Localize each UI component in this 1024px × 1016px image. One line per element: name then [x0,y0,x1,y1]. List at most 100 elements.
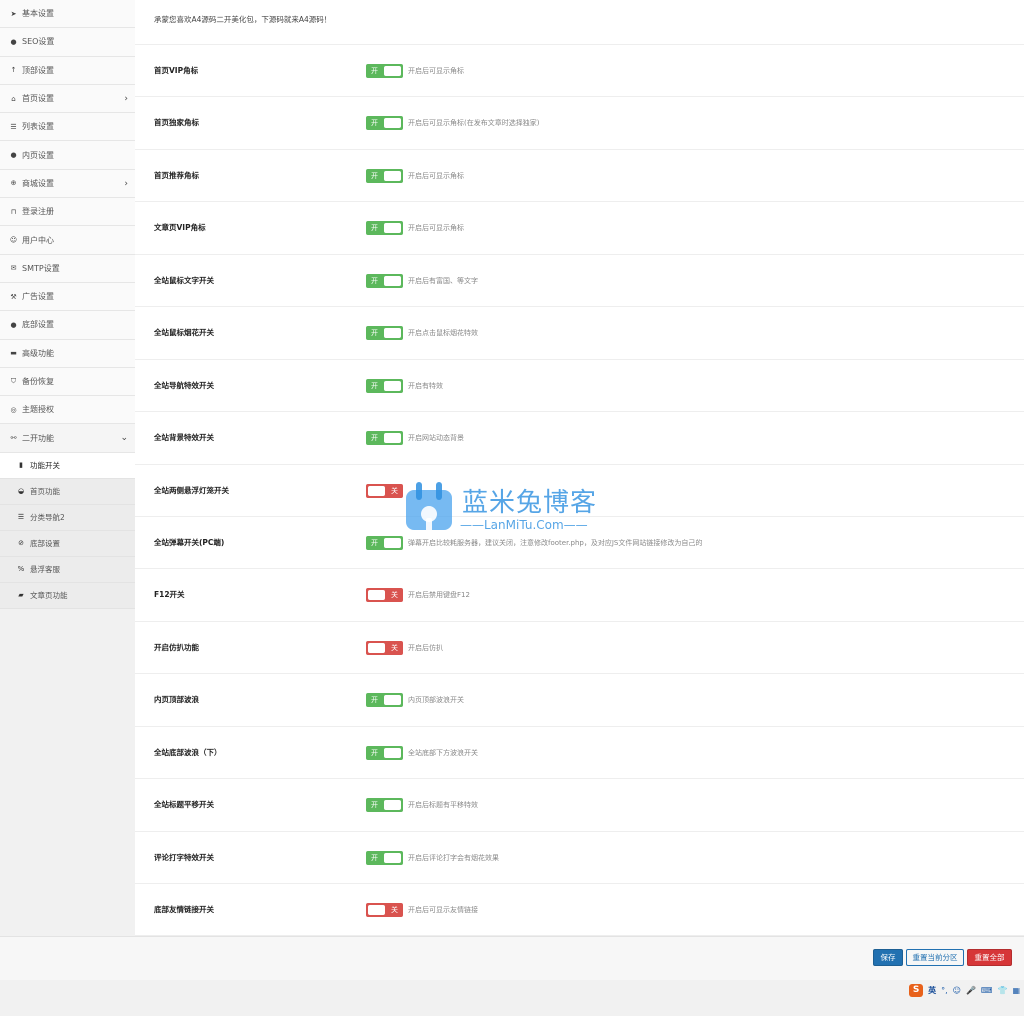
sidebar-item[interactable]: ⌂ 首页设置 › [0,84,135,114]
sidebar-subitem[interactable]: % 悬浮客服 [0,556,135,583]
sidebar-item[interactable]: ⊕ 商城设置 › [0,169,135,199]
toggle-knob[interactable] [384,537,401,548]
setting-row: 评论打字特效开关 开 开启后评论打字会有烟花效果 [135,832,1024,884]
ime-skin-icon[interactable]: 👕 [997,986,1007,995]
sidebar-item[interactable]: ☺ 用户中心 [0,226,135,255]
sidebar-subitem[interactable]: ▮ 功能开关 [0,452,135,479]
ime-punct-icon[interactable]: °, [941,986,948,995]
sidebar-subitem-label: 首页功能 [30,486,60,496]
ime-language[interactable]: 英 [928,985,936,996]
sidebar-item[interactable]: ● 底部设置 [0,311,135,340]
setting-toggle[interactable]: 关 [366,588,403,603]
toggle-state-label: 开 [371,224,378,233]
book-icon: ▰ [18,591,24,600]
toggle-knob[interactable] [384,328,401,339]
sidebar-item[interactable]: ⛉ 备份恢复 [0,367,135,397]
sidebar-subitem[interactable]: ☰ 分类导航2 [0,504,135,531]
sidebar-item[interactable]: ⚒ 广告设置 [0,282,135,312]
toggle-knob[interactable] [368,590,385,601]
paper-plane-icon: ➤ [10,9,17,18]
setting-row: 首页推荐角标 开 开启后可显示角标 [135,150,1024,203]
save-button[interactable]: 保存 [873,949,903,966]
setting-toggle[interactable]: 关 [366,483,403,498]
sidebar-subitem[interactable]: ▰ 文章页功能 [0,582,135,609]
setting-toggle[interactable]: 开 [366,378,403,393]
setting-label: 评论打字特效开关 [154,852,214,862]
setting-toggle[interactable]: 关 [366,903,403,917]
toggle-knob[interactable] [368,642,385,653]
setting-label: 全站鼠标烟花开关 [154,328,214,338]
sidebar-item-label: 广告设置 [22,292,54,302]
toggle-knob[interactable] [384,695,401,706]
setting-toggle[interactable]: 开 [366,273,403,288]
setting-row: 首页VIP角标 开 开启后可显示角标 [135,45,1024,98]
toggle-state-label: 关 [391,906,398,914]
setting-description: 开启有特效 [408,381,443,390]
setting-description: 开启后有富国、等文字 [408,276,478,285]
sidebar-item[interactable]: ⚯ 二开功能 ⌄ [0,424,135,453]
setting-label: 首页VIP角标 [154,66,199,75]
sidebar-item[interactable]: ✉ SMTP设置 [0,254,135,283]
toggle-knob[interactable] [384,433,401,444]
setting-toggle[interactable]: 开 [366,221,403,236]
toggle-knob[interactable] [384,66,401,76]
setting-row: 开启仿扒功能 关 开启后仿扒 [135,622,1024,675]
sidebar-item[interactable]: ↑ 顶部设置 [0,56,135,85]
ime-grid-icon[interactable]: ▦ [1012,986,1020,995]
sidebar-item[interactable]: ⊓ 登录注册 [0,198,135,227]
toggle-state-label: 开 [371,171,378,180]
toggle-knob[interactable] [384,852,401,863]
ime-emoji-icon[interactable]: ☺ [953,986,961,995]
toggle-knob[interactable] [384,118,401,129]
setting-toggle[interactable]: 开 [366,168,403,183]
setting-toggle[interactable]: 开 [366,850,403,865]
setting-description: 开启后禁用键盘F12 [408,591,470,600]
setting-label: 全站导航特效开关 [154,380,214,390]
setting-row: 全站背景特效开关 开 开启网站动态背景 [135,412,1024,465]
sidebar-item[interactable]: ◎ 主题授权 [0,396,135,425]
setting-toggle[interactable]: 开 [366,693,403,708]
setting-toggle[interactable]: 开 [366,326,403,341]
chevron-down-icon: ⌄ [120,433,128,444]
toggle-knob[interactable] [384,800,401,811]
sidebar-subitem[interactable]: ⊘ 底部设置 [0,530,135,557]
sidebar-item[interactable]: ➤ 基本设置 [0,0,135,29]
sidebar-item[interactable]: ● 内页设置 [0,141,135,170]
toggle-knob[interactable] [384,380,401,391]
sidebar-subitem[interactable]: ◒ 首页功能 [0,478,135,505]
setting-toggle[interactable]: 开 [366,431,403,446]
window-icon: ▬ [10,349,17,358]
sidebar-item[interactable]: ▬ 高级功能 [0,339,135,368]
sidebar-item[interactable]: ☰ 列表设置 [0,113,135,142]
sidebar-item-label: 用户中心 [22,235,54,245]
link-icon: % [17,565,25,574]
setting-row: 全站鼠标烟花开关 开 开启点击鼠标烟花特效 [135,307,1024,360]
setting-toggle[interactable]: 开 [366,798,403,813]
setting-row: 文章页VIP角标 开 开启后可显示角标 [135,202,1024,255]
setting-toggle[interactable]: 开 [366,745,403,760]
eye-icon: ◎ [10,405,17,414]
setting-toggle[interactable]: 开 [366,535,403,550]
toggle-knob[interactable] [384,747,401,758]
reset-all-button[interactable]: 重置全部 [967,949,1012,966]
sidebar-item-label: 商城设置 [22,178,54,188]
toggle-state-label: 开 [371,119,378,128]
list-icon: ☰ [10,122,17,131]
ime-keyboard-icon[interactable]: ⌨ [981,986,993,995]
sidebar-item-label: 顶部设置 [22,65,54,75]
toggle-knob[interactable] [384,223,401,234]
toggle-knob[interactable] [384,275,401,286]
toggle-knob[interactable] [368,485,385,496]
reset-section-button[interactable]: 重置当前分区 [906,949,964,966]
setting-toggle[interactable]: 开 [366,116,403,131]
ime-toolbar[interactable]: S 英 °, ☺ 🎤 ⌨ 👕 ▦ [909,983,1020,997]
ime-mic-icon[interactable]: 🎤 [966,986,976,995]
sidebar-item-label: 登录注册 [22,207,54,217]
setting-toggle[interactable]: 开 [366,64,403,78]
sogou-logo-icon[interactable]: S [909,983,924,997]
toggle-knob[interactable] [368,905,385,915]
sidebar-item[interactable]: ● SEO设置 [0,28,135,57]
toggle-knob[interactable] [384,170,401,181]
setting-toggle[interactable]: 关 [366,640,403,655]
sidebar-item-label: 基本设置 [22,9,54,19]
